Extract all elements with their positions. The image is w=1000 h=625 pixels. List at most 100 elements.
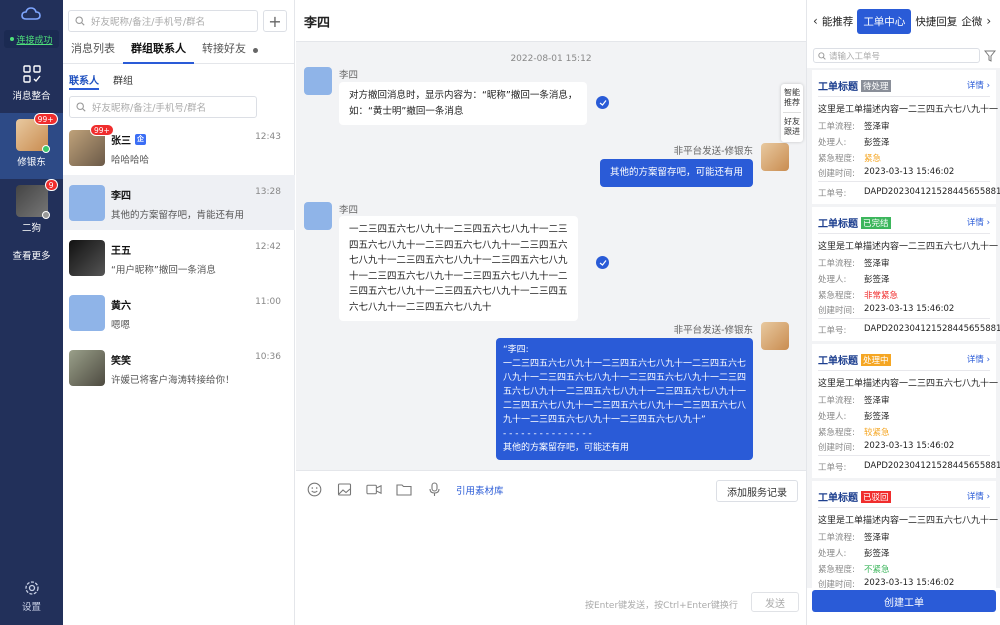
message-bubble[interactable]: 对方撤回消息时，显示内容为：“昵称”撤回一条消息， 如：“黄士明”撤回一条消息	[339, 82, 588, 125]
view-more-link[interactable]: 查看更多	[0, 248, 63, 262]
quick-action-icon[interactable]	[596, 256, 609, 269]
ticket-detail-link[interactable]: 详情 ›	[967, 216, 990, 228]
field-label: 紧急程度:	[818, 565, 855, 575]
cloud-logo-icon	[21, 6, 41, 22]
smart-recommend-tab[interactable]: 智能 推荐	[781, 88, 803, 108]
contact-row[interactable]: 99+ 张三企 12:43 哈哈哈哈	[63, 120, 295, 175]
ticket-urgency-row: 紧急程度: 非常紧急	[818, 289, 898, 301]
divider	[818, 455, 990, 456]
account-ergou[interactable]: 9 二狗	[0, 179, 63, 245]
divider	[818, 318, 990, 319]
message-bubble[interactable]: “李四: 一二三四五六七八九十一二三四五六七八九十一二三四五六七 八九十一二三四…	[495, 338, 753, 460]
tab-wecom[interactable]: 企微	[961, 14, 982, 29]
settings-label: 设置	[21, 602, 41, 613]
quick-action-icon[interactable]	[596, 96, 609, 109]
image-icon[interactable]	[336, 482, 352, 498]
ticket-card[interactable]: 工单标题 已完结 详情 › 这里是工单描述内容一二三四五六七八九十一 工单流程: 签泽审处…	[812, 207, 1000, 341]
left-rail: 连接成功 消息整合 99+ 修银东 9 二狗 查看更多 设置	[0, 0, 63, 625]
grid-check-icon	[22, 65, 41, 83]
tab-message-list[interactable]: 消息列表	[63, 36, 123, 64]
add-button[interactable]: +	[263, 10, 287, 32]
account-xiuyindong[interactable]: 99+ 修银东	[0, 113, 63, 179]
subtab-groups[interactable]: 群组	[113, 66, 133, 90]
ticket-id-row: 工单号: DAPD20230412152844565588​1	[818, 187, 1000, 199]
detail-label: 详情	[966, 492, 984, 502]
sender-name: 李四	[339, 70, 359, 81]
ticket-search-input[interactable]: 请输入工单号	[813, 48, 980, 63]
search-placeholder: 好友昵称/备注/手机号/群名	[92, 103, 207, 114]
status-dot-icon	[10, 37, 15, 41]
ticket-card[interactable]: 工单标题 已驳回 详情 › 这里是工单描述内容一二三四五六七八九十一 工单流程: 签泽审处…	[812, 481, 998, 588]
send-button[interactable]: 发送	[751, 592, 799, 612]
ticket-handler-row: 处理人: 彭签泽	[818, 410, 890, 422]
contact-last-message: “用户昵称”撤回一条消息	[111, 265, 216, 276]
ticket-status-badge: 已完结	[861, 216, 891, 229]
chevron-right-icon: ›	[986, 492, 990, 502]
tab-quick-reply[interactable]: 快捷回复	[915, 14, 957, 29]
video-icon[interactable]	[366, 482, 382, 498]
ticket-card[interactable]: 工单标题 待处理 详情 › 这里是工单描述内容一二三四五六七八九十一 工单流程: 签泽审处…	[812, 70, 1000, 204]
field-label: 工单号:	[818, 189, 847, 199]
avatar	[69, 350, 105, 386]
plus-icon: +	[268, 11, 282, 31]
detail-label: 详情	[966, 81, 984, 91]
contact-row[interactable]: 李四 13:28 其他的方案留存吧，肯能还有用	[63, 175, 295, 230]
urgency-value: 较紧急	[864, 428, 890, 438]
field-label: 工单流程:	[818, 122, 855, 132]
contact-row[interactable]: 王五 12:42 “用户昵称”撤回一条消息	[63, 230, 295, 285]
urgency-value: 紧急	[864, 154, 882, 164]
chevron-right-icon: ›	[986, 355, 990, 365]
chevron-right-icon[interactable]: ›	[986, 14, 991, 28]
ticket-urgency-row: 紧急程度: 不紧急	[818, 563, 890, 575]
friend-follow-tab[interactable]: 好友 跟进	[781, 117, 803, 137]
contact-filter-input[interactable]: 好友昵称/备注/手机号/群名	[69, 96, 257, 118]
contact-search-input[interactable]: 好友昵称/备注/手机号/群名	[68, 10, 258, 32]
ticket-card[interactable]: 工单标题 处理中 详情 › 这里是工单描述内容一二三四五六七八九十一 工单流程: 签泽审处…	[812, 344, 1000, 478]
tab-recommend[interactable]: 能推荐	[822, 14, 854, 29]
field-label: 工单号:	[818, 326, 847, 336]
field-value: 2023-03-13 15:46:02	[864, 167, 955, 177]
microphone-icon[interactable]	[426, 482, 442, 498]
ticket-detail-link[interactable]: 详情 ›	[967, 353, 990, 365]
divider	[818, 181, 990, 182]
add-service-record-button[interactable]: 添加服务记录	[716, 480, 798, 502]
enterprise-tag: 企	[135, 134, 146, 145]
ticket-panel: ‹ 能推荐 工单中心 快捷回复 企微 › 请输入工单号 工单标题 待处理 详情 › 这…	[806, 0, 1000, 625]
field-label: 创建时间:	[818, 443, 855, 453]
tab-ticket-center[interactable]: 工单中心	[857, 8, 912, 34]
ticket-detail-link[interactable]: 详情 ›	[967, 79, 990, 91]
field-value: 2023-03-13 15:46:02	[864, 441, 955, 451]
chevron-left-icon[interactable]: ‹	[813, 14, 818, 28]
folder-icon[interactable]	[396, 482, 412, 498]
field-value: DAPD20230412152844565588​1	[864, 187, 1000, 197]
divider	[818, 233, 990, 234]
avatar: 99+	[15, 113, 58, 153]
ticket-list: 工单标题 待处理 详情 › 这里是工单描述内容一二三四五六七八九十一 工单流程: 签泽审处…	[807, 68, 1000, 588]
settings-button[interactable]: 设置	[0, 580, 63, 613]
ticket-detail-link[interactable]: 详情 ›	[967, 490, 990, 502]
field-label: 处理人:	[818, 412, 847, 422]
contact-row[interactable]: 黄六 11:00 嗯嗯	[63, 285, 295, 340]
contact-name-wrap: 张三企	[111, 132, 146, 147]
ticket-created-row: 创建时间: 2023-03-13 15:46:02	[818, 304, 954, 316]
quote-material-link[interactable]: 引用素材库	[456, 483, 504, 497]
assist-float-panel: 智能 推荐 好友 跟进	[781, 84, 803, 142]
tab-transfer-friends[interactable]: 转接好友	[194, 36, 258, 64]
tab-group-contacts[interactable]: 群组联系人	[123, 36, 194, 64]
subtab-contacts[interactable]: 联系人	[69, 66, 99, 90]
contact-row[interactable]: 笑笑 10:36 许媛已将客户海涛转接给你！	[63, 340, 295, 395]
field-value: 2023-03-13 15:46:02	[864, 578, 955, 588]
ticket-flow-row: 工单流程: 签泽审	[818, 394, 890, 406]
divider	[818, 96, 990, 97]
create-ticket-button[interactable]: 创建工单	[812, 590, 996, 612]
message-bubble[interactable]: 其他的方案留存吧，可能还有用	[599, 159, 753, 187]
message-bubble[interactable]: 一二三四五六七八九十一二三四五六七八九十一二三 四五六七八九十一二三四五六七八九…	[339, 216, 578, 321]
connection-status-label: 连接成功	[16, 35, 53, 46]
chat-window: 李四 2022-08-01 15:12 李四 对方撤回消息时，显示内容为：“昵称…	[296, 0, 806, 625]
field-label: 紧急程度:	[818, 428, 855, 438]
message-area[interactable]: 2022-08-01 15:12 李四 对方撤回消息时，显示内容为：“昵称”撤回…	[296, 42, 806, 470]
filter-icon[interactable]	[984, 48, 996, 63]
nav-message-integration[interactable]: 消息整合	[0, 58, 63, 108]
urgency-value: 非常紧急	[864, 291, 899, 301]
emoji-icon[interactable]	[306, 482, 322, 498]
